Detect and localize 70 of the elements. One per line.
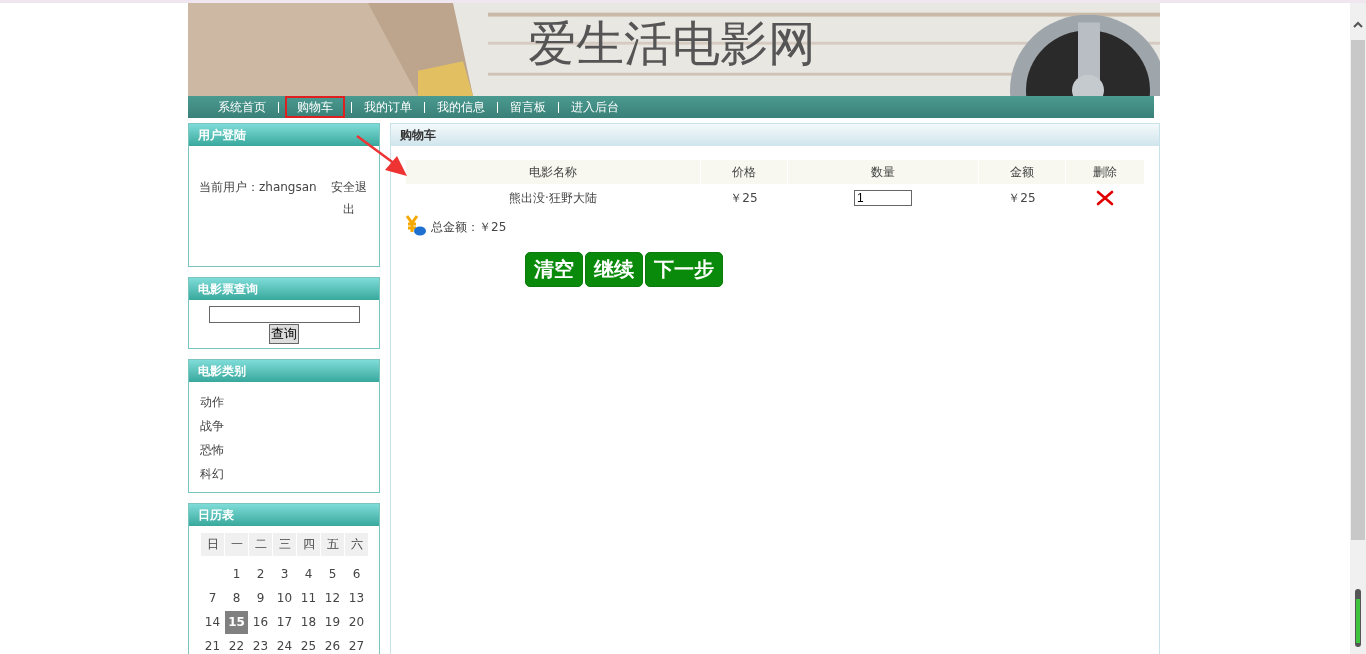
weekday-header: 四 — [297, 533, 320, 556]
calendar-day[interactable]: 11 — [297, 587, 320, 610]
weekday-header: 日 — [201, 533, 224, 556]
action-button[interactable]: 继续 — [585, 252, 643, 287]
site-title: 爱生活电影网 — [528, 17, 816, 70]
panel-header: 购物车 — [391, 124, 1159, 146]
calendar-day[interactable]: 21 — [201, 635, 224, 654]
calendar-day[interactable]: 16 — [249, 611, 272, 634]
calendar-day[interactable]: 26 — [321, 635, 344, 654]
table-cell-text: ￥25 — [1007, 189, 1037, 207]
calendar-day[interactable]: 15 — [225, 611, 248, 634]
calendar-day[interactable]: 25 — [297, 635, 320, 654]
nav-link[interactable]: 留言板 — [504, 96, 552, 118]
column-header: 金额 — [979, 160, 1065, 184]
delete-icon[interactable] — [1096, 190, 1114, 206]
calendar-day[interactable]: 22 — [225, 635, 248, 654]
calendar-day[interactable]: 5 — [321, 563, 344, 586]
calendar-day[interactable]: 20 — [345, 611, 368, 634]
nav-link[interactable]: 我的信息 — [431, 96, 491, 118]
quantity-field[interactable]: 1 — [854, 190, 912, 206]
calendar-day[interactable]: 9 — [249, 587, 272, 610]
column-header: 删除 — [1066, 160, 1144, 184]
category-link[interactable]: 战争 — [200, 414, 368, 438]
nav-link[interactable]: 进入后台 — [565, 96, 625, 118]
calendar-day[interactable]: 17 — [273, 611, 296, 634]
column-header: 数量 — [788, 160, 978, 184]
calendar-day[interactable]: 12 — [321, 587, 344, 610]
action-button[interactable]: 清空 — [525, 252, 583, 287]
money-icon — [405, 214, 427, 236]
calendar-day[interactable]: 3 — [273, 563, 296, 586]
weekday-header: 六 — [345, 533, 368, 556]
calendar-day[interactable]: 1 — [225, 563, 248, 586]
calendar-day[interactable]: 7 — [201, 587, 224, 610]
search-field[interactable] — [208, 306, 360, 323]
table-cell-text: 熊出没·狂野大陆 — [508, 189, 598, 207]
calendar-day[interactable]: 24 — [273, 635, 296, 654]
calendar-day[interactable]: 6 — [345, 563, 368, 586]
table-cell-text: ￥25 — [729, 189, 759, 207]
category-link[interactable]: 动作 — [200, 390, 368, 414]
category-link[interactable]: 科幻 — [200, 462, 368, 486]
calendar-day[interactable]: 23 — [249, 635, 272, 654]
calendar-day[interactable]: 18 — [297, 611, 320, 634]
calendar-day[interactable]: 8 — [225, 587, 248, 610]
nav-link[interactable]: 系统首页 — [212, 96, 272, 118]
weekday-header: 五 — [321, 533, 344, 556]
calendar-day[interactable]: 19 — [321, 611, 344, 634]
weekday-header: 一 — [225, 533, 248, 556]
panel-header: 用户登陆 — [189, 124, 379, 146]
total-amount: 总金额：￥25 — [431, 219, 507, 236]
calendar-day[interactable]: 14 — [201, 611, 224, 634]
column-header: 价格 — [701, 160, 787, 184]
panel-header: 电影类别 — [189, 360, 379, 382]
category-link[interactable]: 恐怖 — [200, 438, 368, 462]
action-button[interactable]: 下一步 — [645, 252, 723, 287]
calendar-day[interactable]: 2 — [249, 563, 272, 586]
weekday-header: 二 — [249, 533, 272, 556]
logout-link[interactable]: 安全退出 — [329, 176, 369, 220]
panel-header: 日历表 — [189, 504, 379, 526]
panel-header: 电影票查询 — [189, 278, 379, 300]
nav-link[interactable]: 我的订单 — [358, 96, 418, 118]
calendar-day[interactable]: 10 — [273, 587, 296, 610]
current-user-text: 当前用户：zhangsan — [199, 179, 317, 196]
search-button[interactable]: 查询 — [269, 324, 299, 344]
nav-link[interactable]: 购物车 — [285, 96, 345, 118]
calendar-day[interactable]: 13 — [345, 587, 368, 610]
column-header: 电影名称 — [406, 160, 700, 184]
weekday-header: 三 — [273, 533, 296, 556]
calendar-day[interactable]: 27 — [345, 635, 368, 654]
scrollbar[interactable] — [1350, 3, 1366, 654]
calendar-day[interactable]: 4 — [297, 563, 320, 586]
